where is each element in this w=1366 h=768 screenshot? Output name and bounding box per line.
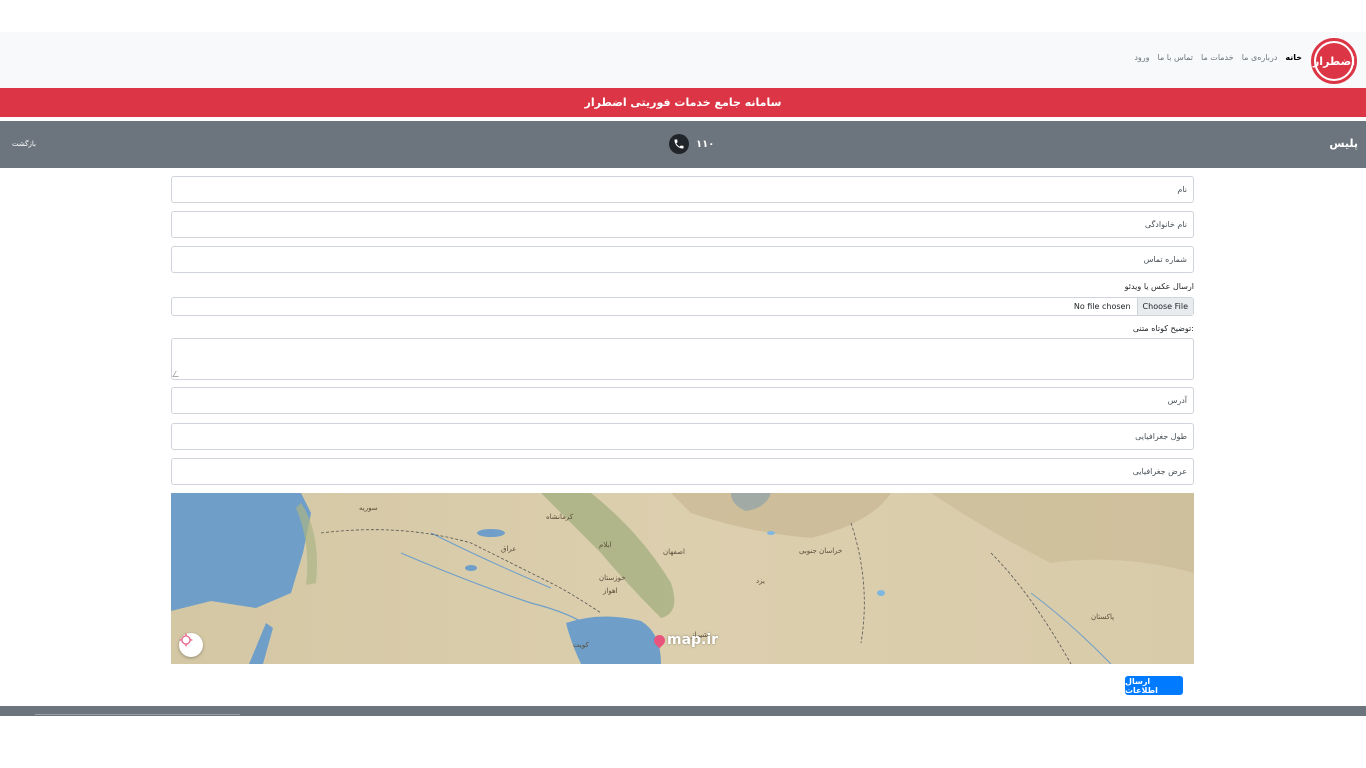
choose-file-button[interactable]: Choose File: [1136, 298, 1193, 315]
map-label-pakistan: پاکستان: [1091, 613, 1115, 621]
service-name: پلیس: [1329, 137, 1358, 150]
description-label: توضیح کوتاه متنی:: [1132, 324, 1194, 333]
map-label-iraq: عراق: [501, 545, 517, 553]
map-label-khuzestan: خوزستان: [599, 574, 626, 582]
phone-number: ۱۱۰: [696, 138, 715, 150]
footer: [0, 706, 1366, 716]
map-label-ahvaz: اهواز: [603, 587, 618, 595]
phone-icon: [669, 134, 689, 154]
nav-link-contact[interactable]: تماس با ما: [1158, 53, 1194, 62]
service-header: پلیس ۱۱۰ بازگشت: [0, 121, 1366, 168]
top-navbar: اضطرار خانه درباره‌ی ما خدمات ما تماس با…: [0, 32, 1366, 88]
banner-title: سامانه جامع خدمات فوریتی اضطرار: [584, 96, 782, 109]
map-label-syria: سوریه: [359, 504, 378, 512]
emergency-phone[interactable]: ۱۱۰: [669, 134, 714, 154]
map-pin-icon: [651, 632, 668, 648]
page: اضطرار خانه درباره‌ی ما خدمات ما تماس با…: [0, 0, 1366, 768]
latitude-input[interactable]: عرض جغرافیایی: [171, 458, 1194, 485]
crosshair-icon: [179, 633, 193, 647]
map-label-kermanshah: کرمانشاه: [546, 513, 574, 521]
address-input[interactable]: آدرس: [171, 387, 1194, 414]
map-brand: map.ir: [651, 632, 719, 648]
location-map[interactable]: سوریه عراق کرمانشاه ایلام خوزستان اهواز …: [171, 493, 1194, 664]
map-brand-text: map.ir: [667, 632, 719, 648]
description-textarea[interactable]: [171, 338, 1194, 380]
map-label-isfahan: اصفهان: [663, 548, 685, 556]
footer-divider: [35, 714, 240, 715]
back-link[interactable]: بازگشت: [12, 140, 36, 148]
map-label-south-khorasan: خراسان جنوبی: [799, 547, 843, 555]
last-name-input[interactable]: نام خانوادگی: [171, 211, 1194, 238]
nav-links: خانه درباره‌ی ما خدمات ما تماس با ما ورو…: [1134, 53, 1302, 62]
site-logo[interactable]: اضطرار: [1311, 38, 1357, 84]
map-label-ilam: ایلام: [599, 541, 612, 549]
media-label: ارسال عکس یا ویدئو: [1124, 282, 1194, 291]
map-label-kuwait: کویت: [573, 641, 589, 649]
file-status: No file chosen: [1073, 302, 1131, 311]
first-name-input[interactable]: نام: [171, 176, 1194, 203]
longitude-input[interactable]: طول جغرافیایی: [171, 423, 1194, 450]
nav-link-home[interactable]: خانه: [1285, 53, 1302, 62]
nav-link-services[interactable]: خدمات ما: [1201, 53, 1234, 62]
title-banner: سامانه جامع خدمات فوریتی اضطرار: [0, 88, 1366, 117]
locate-button[interactable]: [179, 633, 203, 657]
resize-grip-icon[interactable]: [172, 371, 182, 377]
submit-button[interactable]: ارسال اطلاعات: [1125, 676, 1183, 695]
nav-link-login[interactable]: ورود: [1134, 53, 1149, 62]
nav-link-about[interactable]: درباره‌ی ما: [1242, 53, 1278, 62]
media-file-input[interactable]: Choose File No file chosen: [171, 297, 1194, 316]
phone-input[interactable]: شماره تماس: [171, 246, 1194, 273]
logo-text: اضطرار: [1313, 43, 1355, 79]
map-label-yazd: یزد: [756, 577, 765, 585]
